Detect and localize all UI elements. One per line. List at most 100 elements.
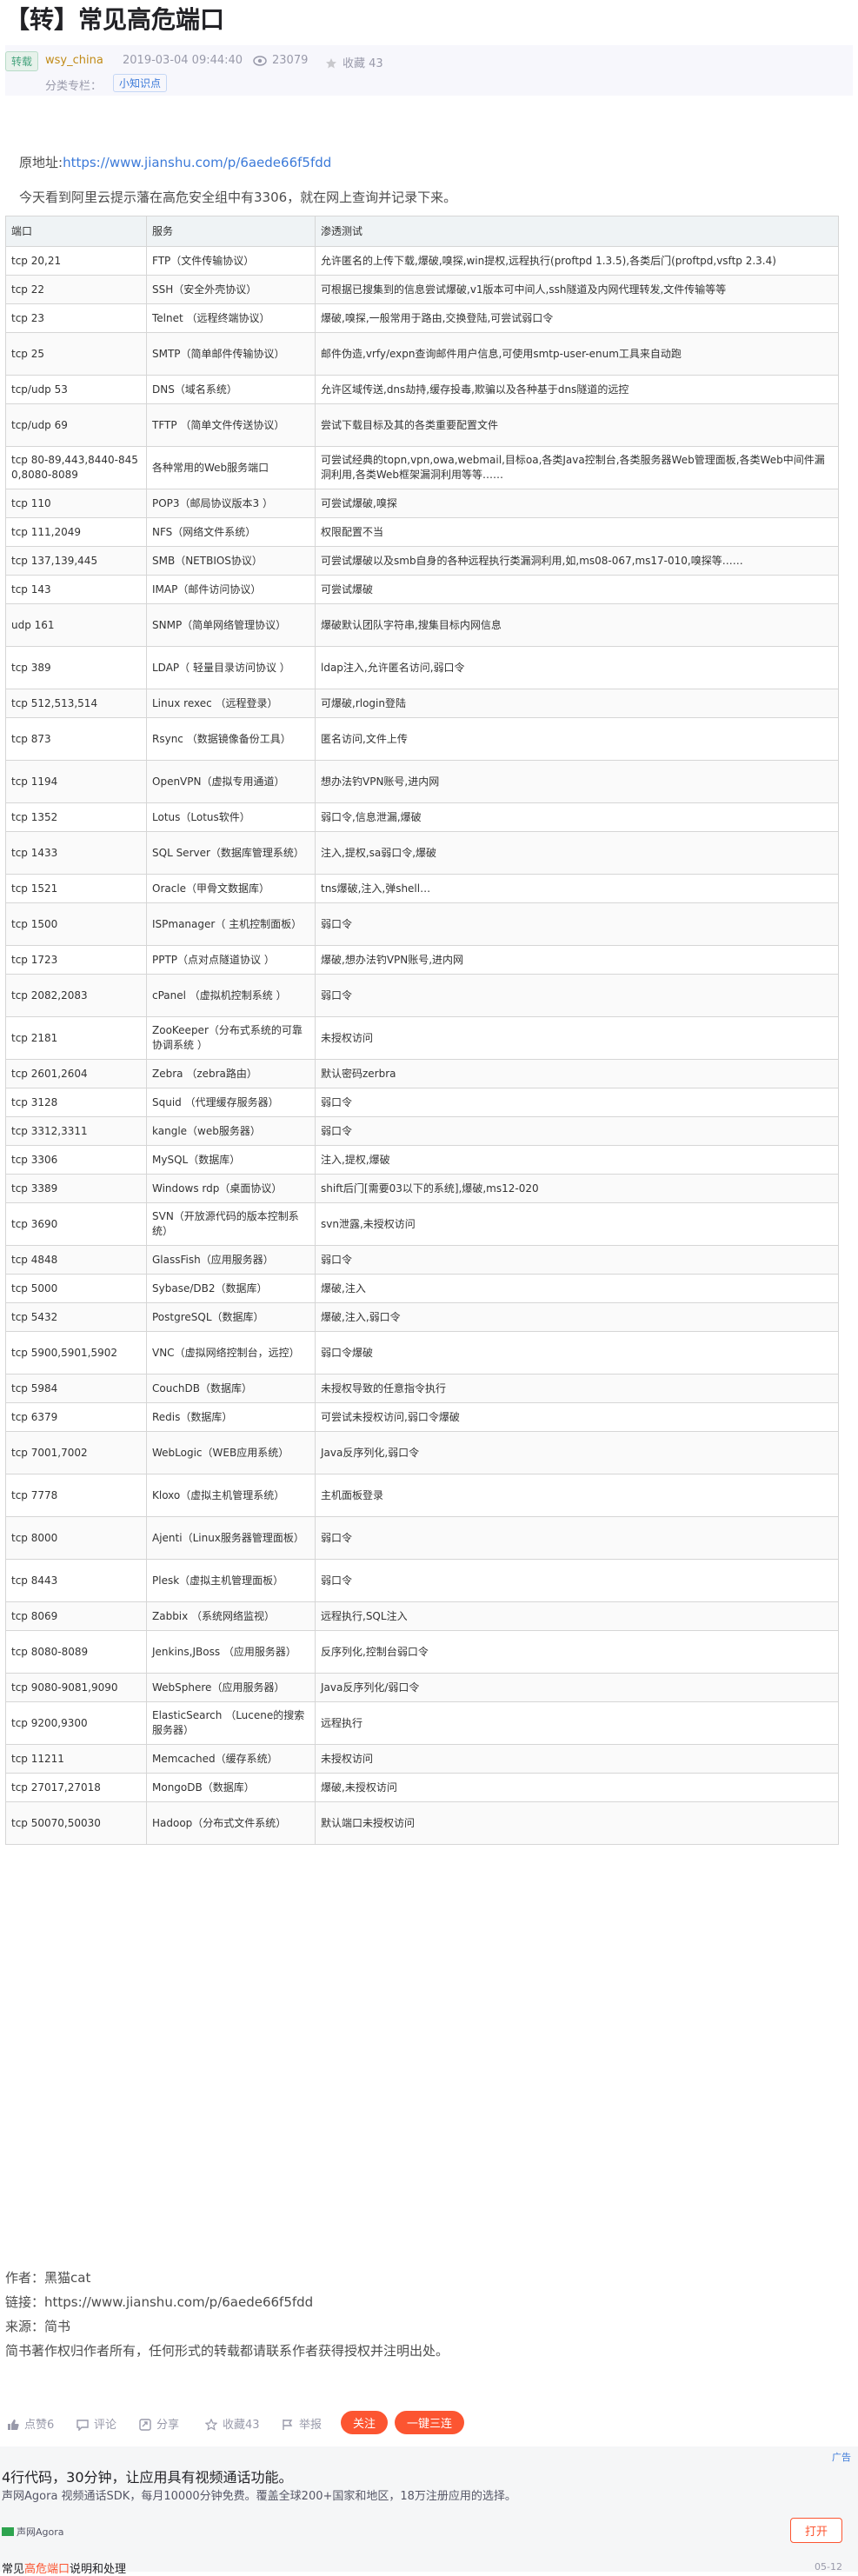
cell-port: tcp 3389	[5, 1174, 147, 1203]
cell-port: tcp 20,21	[5, 246, 147, 276]
table-row: tcp 389 LDAP（ 轻量目录访问协议 ） ldap注入,允许匿名访问,弱口令	[5, 646, 839, 689]
collect-button[interactable]: 收藏 43	[325, 54, 383, 70]
cell-service: kangle（web服务器）	[146, 1116, 316, 1146]
cell-port: tcp 25	[5, 332, 147, 376]
cell-pentest: 允许区域传送,dns劫持,缓存投毒,欺骗以及各种基于dns隧道的远控	[315, 375, 839, 404]
table-header-row: 端口 服务 渗透测试	[5, 216, 839, 247]
cell-pentest: 可根据已搜集到的信息尝试爆破,v1版本可中间人,ssh隧道及内网代理转发,文件传…	[315, 275, 839, 304]
table-row: tcp 2082,2083 cPanel （虚拟机控制系统 ）弱口令	[5, 974, 839, 1017]
ad-label: 广告	[832, 2452, 851, 2463]
cell-service: SQL Server（数据库管理系统）	[146, 831, 316, 875]
cell-port: tcp 6379	[5, 1402, 147, 1432]
cell-port: tcp 1352	[5, 802, 147, 832]
column-link[interactable]: 小知识点	[113, 74, 168, 92]
cell-port: tcp 3312,3311	[5, 1116, 147, 1146]
cell-pentest: 爆破默认团队字符串,搜集目标内网信息	[315, 603, 839, 647]
related-prefix: 常见	[2, 2563, 25, 2576]
cell-port: tcp 512,513,514	[5, 689, 147, 718]
ad-banner[interactable]: 广告 4行代码，30分钟，让应用具有视频通话功能。 声网Agora 视频通话SD…	[0, 2446, 858, 2576]
table-row: tcp 143 IMAP（邮件访问协议） 可尝试爆破	[5, 575, 839, 604]
cell-service: Redis（数据库）	[146, 1402, 316, 1432]
cell-service: Kloxo（虚拟主机管理系统）	[146, 1474, 316, 1517]
report-button[interactable]: 举报	[282, 2415, 322, 2432]
triple-button[interactable]: 一键三连	[395, 2411, 465, 2434]
repost-tag: 转载	[5, 51, 39, 71]
cell-port: tcp 8000	[5, 1516, 147, 1560]
cell-port: tcp 5432	[5, 1302, 147, 1332]
cell-service: GlassFish（应用服务器）	[146, 1245, 316, 1275]
cell-port: tcp 11211	[5, 1744, 147, 1774]
share-button[interactable]: 分享	[139, 2415, 179, 2432]
cell-port: tcp 2082,2083	[5, 974, 147, 1017]
comment-button[interactable]: 评论	[76, 2415, 116, 2432]
cell-pentest: 权限配置不当	[315, 517, 839, 547]
table-row: tcp 4848 GlassFish（应用服务器） 弱口令	[5, 1245, 839, 1275]
cell-service: cPanel （虚拟机控制系统 ）	[146, 974, 316, 1017]
footer-source: 来源：简书	[5, 2319, 71, 2334]
cell-service: MySQL（数据库）	[146, 1145, 316, 1175]
cell-pentest: 可尝试未授权访问,弱口令爆破	[315, 1402, 839, 1432]
ad-open-button[interactable]: 打开	[789, 2518, 842, 2543]
author-link[interactable]: wsy_china	[45, 54, 103, 67]
like-label: 点赞6	[24, 2419, 55, 2432]
cell-pentest: 弱口令	[315, 1245, 839, 1275]
related-date: 05-12	[815, 2561, 842, 2573]
cell-service: Jenkins,JBoss （应用服务器）	[146, 1630, 316, 1674]
article-toolbar: 点赞6 评论 分享 收藏43 举报 关注 一键三连	[0, 2406, 858, 2438]
cell-service: PostgreSQL（数据库）	[146, 1302, 316, 1332]
table-row: tcp 1500 ISPmanager（ 主机控制面板） 弱口令	[5, 902, 839, 946]
thumbs-up-icon	[8, 2420, 19, 2430]
follow-button[interactable]: 关注	[341, 2411, 389, 2434]
cell-pentest: 爆破,嗅探,一般常用于路由,交换登陆,可尝试弱口令	[315, 303, 839, 333]
table-row: tcp 20,21 FTP（文件传输协议） 允许匿名的上传下载,爆破,嗅探,win提…	[5, 246, 839, 276]
origin-paragraph: 原地址:https://www.jianshu.com/p/6aede66f5f…	[19, 153, 331, 172]
table-row: tcp 2181 ZooKeeper（分布式系统的可靠协调系统 ）未授权访问	[5, 1016, 839, 1060]
table-row: tcp 110 POP3（邮局协议版本3 ）可尝试爆破,嗅探	[5, 489, 839, 518]
footer-copyright: 简书著作权归作者所有，任何形式的转载都请联系作者获得授权并注明出处。	[5, 2343, 449, 2359]
cell-port: tcp 7001,7002	[5, 1431, 147, 1474]
table-row: tcp 873 Rsync （数据镜像备份工具） 匿名访问,文件上传	[5, 717, 839, 761]
cell-port: tcp 389	[5, 646, 147, 689]
cell-port: tcp/udp 53	[5, 375, 147, 404]
table-row: tcp 3128 Squid （代理缓存服务器） 弱口令	[5, 1088, 839, 1117]
related-highlight: 高危端口	[24, 2563, 70, 2576]
ad-title[interactable]: 4行代码，30分钟，让应用具有视频通话功能。	[2, 2466, 293, 2486]
like-button[interactable]: 点赞6	[7, 2415, 54, 2432]
cell-service: MongoDB（数据库）	[146, 1773, 316, 1802]
cell-pentest: 弱口令,信息泄漏,爆破	[315, 802, 839, 832]
cell-service: TFTP （简单文件传送协议）	[146, 403, 316, 447]
cell-port: tcp/udp 69	[5, 403, 147, 447]
table-row: tcp 1194 OpenVPN（虚拟专用通道） 想办法钓VPN账号,进内网	[5, 760, 839, 803]
cell-pentest: Java反序列化,弱口令	[315, 1431, 839, 1474]
ad-description: 声网Agora 视频通话SDK，每月10000分钟免费。覆盖全球200+国家和地…	[2, 2490, 516, 2503]
cell-port: tcp 1521	[5, 874, 147, 903]
cell-pentest: 弱口令	[315, 1559, 839, 1602]
cell-pentest: 弱口令	[315, 1088, 839, 1117]
cell-service: ZooKeeper（分布式系统的可靠协调系统 ）	[146, 1016, 316, 1060]
cell-port: tcp 1433	[5, 831, 147, 875]
table-row: tcp 22 SSH（安全外壳协议） 可根据已搜集到的信息尝试爆破,v1版本可中间人…	[5, 275, 839, 304]
table-row: tcp 1352 Lotus（Lotus软件） 弱口令,信息泄漏,爆破	[5, 802, 839, 832]
table-row: tcp 2601,2604 Zebra （zebra路由） 默认密码zerbra	[5, 1059, 839, 1088]
table-row: tcp 3389 Windows rdp（桌面协议） shift后门[需要03以下的…	[5, 1174, 839, 1203]
cell-port: tcp 5900,5901,5902	[5, 1331, 147, 1375]
toolbar-collect-button[interactable]: 收藏43	[205, 2415, 260, 2432]
cell-pentest: 爆破,注入,弱口令	[315, 1302, 839, 1332]
cell-pentest: 可尝试爆破,嗅探	[315, 489, 839, 518]
view-count-value: 23079	[272, 54, 309, 67]
related-article-link[interactable]: 常见高危端口说明和处理	[2, 2559, 126, 2576]
cell-service: Sybase/DB2（数据库）	[146, 1274, 316, 1303]
cell-port: tcp 137,139,445	[5, 546, 147, 576]
cell-pentest: 主机面板登录	[315, 1474, 839, 1517]
cell-pentest: 远程执行,SQL注入	[315, 1601, 839, 1631]
origin-link[interactable]: https://www.jianshu.com/p/6aede66f5fdd	[63, 155, 331, 170]
cell-service: ElasticSearch （Lucene的搜索服务器）	[146, 1701, 316, 1745]
cell-service: Plesk（虚拟主机管理面板）	[146, 1559, 316, 1602]
cell-port: tcp 1723	[5, 945, 147, 975]
cell-service: Ajenti（Linux服务器管理面板）	[146, 1516, 316, 1560]
cell-service: SSH（安全外壳协议）	[146, 275, 316, 304]
cell-port: tcp 4848	[5, 1245, 147, 1275]
header-port: 端口	[5, 216, 147, 247]
cell-pentest: 弱口令	[315, 1116, 839, 1146]
cell-pentest: 可爆破,rlogin登陆	[315, 689, 839, 718]
